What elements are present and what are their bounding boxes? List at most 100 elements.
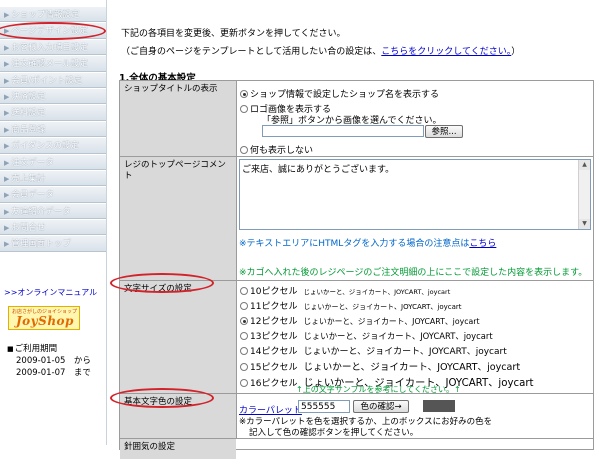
shop-title-option-none[interactable]: 何も表示しない [240, 143, 313, 156]
arrow-right-icon: ▶ [4, 142, 10, 151]
register-comment-label-text: レジのトップページコメント [124, 160, 226, 181]
online-manual-link[interactable]: >>オンラインマニュアル [4, 287, 97, 298]
sidebar-item-label: お客様入力項目設定 [11, 42, 88, 53]
font-size-sample: じょいかーと、ジョイカート、JOYCART、joycart [303, 303, 462, 311]
html-tag-note: ※テキストエリアにHTMLタグを入力する場合の注意点はこちら [239, 236, 496, 249]
logo-file-input[interactable] [262, 125, 424, 137]
arrow-right-icon: ▶ [4, 174, 10, 183]
font-size-option-12[interactable]: 12ピクセル じょいかーと、ジョイカート、JOYCART、joycart [240, 314, 480, 327]
font-size-sample: じょいかーと、ジョイカート、JOYCART、joycart [303, 331, 493, 341]
joyshop-logo[interactable]: お店さがしのジョイショップ JoyShop [8, 306, 80, 330]
settings-table: ショップタイトルの表示 ショップ情報で設定したショップ名を表示する ロゴ画像を表… [119, 80, 594, 459]
html-tag-note-text: ※テキストエリアにHTMLタグを入力する場合の注意点は [239, 239, 470, 249]
sidebar-item-order-mail[interactable]: ▶ 注文確認メール設定 [0, 55, 106, 72]
arrow-right-icon: ▶ [4, 76, 10, 85]
font-size-option-label: 10ピクセル [250, 287, 298, 297]
ambience-label-text: 針囲気の設定 [124, 442, 176, 452]
arrow-right-icon: ▶ [4, 43, 10, 52]
text-color-value: 555555 [301, 402, 336, 412]
text-color-label: 基本文字色の設定 [120, 394, 236, 439]
sidebar-item-members[interactable]: ▶ 会員データ [0, 186, 106, 203]
arrow-right-icon: ▶ [4, 60, 10, 69]
radio-icon[interactable] [240, 363, 248, 371]
text-color-label-text: 基本文字色の設定 [124, 397, 193, 407]
sidebar-item-shipping[interactable]: ▶ 送料設定 [0, 104, 106, 121]
sidebar-item-label: 管理画面トップ [11, 239, 71, 250]
radio-icon[interactable] [240, 317, 248, 325]
font-size-sample: じょいかーと、ジョイカート、JOYCART、joycart [303, 317, 480, 326]
font-size-label: 文字サイズの設定 [120, 281, 236, 394]
sidebar-item-label: ショップ情報設定 [11, 10, 80, 20]
register-comment-value: ご来店、誠にありがとうございます。 [242, 165, 395, 175]
sidebar-item-member-points[interactable]: ▶ 会員/ポイント設定 [0, 71, 106, 88]
radio-icon[interactable] [240, 347, 248, 355]
text-color-input[interactable]: 555555 [298, 400, 350, 413]
sidebar-item-label: お問合せ [11, 223, 46, 234]
sidebar-item-label: 会員データ [11, 190, 54, 201]
usage-period: ご利用期間 2009-01-05 から 2009-01-07 まで [7, 343, 91, 379]
font-size-label-text: 文字サイズの設定 [124, 284, 192, 294]
font-size-sample: じょいかーと、ジョイカート、JOYCART、joycart [303, 288, 451, 296]
arrow-right-icon: ▶ [4, 27, 10, 36]
template-link[interactable]: こちらをクリックしてください。 [381, 47, 511, 57]
font-size-option-11[interactable]: 11ピクセル じょいかーと、ジョイカート、JOYCART、joycart [240, 299, 462, 312]
font-size-option-15[interactable]: 15ピクセル じょいかーと、ジョイカート、JOYCART、joycart [240, 359, 520, 373]
textarea-scrollbar[interactable]: ▲ ▼ [578, 160, 590, 229]
sidebar-item-label: ガイダンスの設定 [11, 141, 79, 152]
color-confirm-button[interactable]: 色の確認→ [353, 400, 409, 413]
register-display-note: ※カゴへ入れた後のレジページのご注文明細の上にここで設定した内容を表示します。 [239, 268, 588, 278]
arrow-right-icon: ▶ [4, 125, 10, 134]
shop-title-label: ショップタイトルの表示 [120, 81, 236, 157]
sidebar-item-admin-top[interactable]: ▶ 管理画面トップ [0, 235, 106, 252]
sidebar-item-sales[interactable]: ▶ 売上集計 [0, 169, 106, 187]
radio-icon[interactable] [240, 379, 248, 387]
font-size-sample: じょいかーと、ジョイカート、JOYCART、joycart [303, 347, 507, 357]
sidebar-item-shop-info[interactable]: ▶ ショップ情報設定 [0, 6, 106, 23]
browse-button[interactable]: 参照... [425, 125, 463, 138]
radio-icon[interactable] [240, 302, 248, 310]
arrow-right-icon: ▶ [4, 158, 10, 167]
shop-title-label-text: ショップタイトルの表示 [124, 84, 218, 94]
intro-text: 下記の各項目を変更後、更新ボタンを押してください。 [121, 29, 346, 39]
sidebar-item-page-design[interactable]: ▶ ページデザイン設定 [0, 22, 106, 39]
sidebar-item-guidance[interactable]: ▶ ガイダンスの設定 [0, 137, 106, 154]
scroll-down-icon[interactable]: ▼ [579, 219, 590, 229]
font-size-option-14[interactable]: 14ピクセル じょいかーと、ジョイカート、JOYCART、joycart [240, 344, 507, 357]
arrow-right-icon: ▶ [4, 109, 10, 118]
font-size-option-13[interactable]: 13ピクセル じょいかーと、ジョイカート、JOYCART、joycart [240, 329, 493, 342]
font-size-sample: じょいかーと、ジョイカート、JOYCART、joycart [303, 362, 521, 373]
radio-icon[interactable] [240, 105, 248, 113]
shop-title-option-shopname[interactable]: ショップ情報で設定したショップ名を表示する [240, 87, 439, 100]
sidebar-item-customer-fields[interactable]: ▶ お客様入力項目設定 [0, 38, 106, 56]
color-swatch [423, 400, 455, 412]
html-tag-note-link[interactable]: こちら [469, 239, 496, 249]
font-size-option-label: 11ピクセル [250, 302, 298, 312]
sidebar-item-orders[interactable]: ▶ 注文データ [0, 153, 106, 170]
sidebar-item-inquiries[interactable]: ▶ お問合せ [0, 219, 106, 236]
radio-icon[interactable] [240, 90, 248, 98]
register-comment-textarea[interactable]: ご来店、誠にありがとうございます。 ▲ ▼ [239, 159, 591, 230]
template-note: （ご自身のページをテンプレートとして活用したい合の設定は、こちらをクリックしてく… [121, 44, 520, 57]
template-note-prefix: （ご自身のページをテンプレートとして活用したい合の設定は、 [121, 47, 382, 57]
sidebar-item-label: 友達紹介データ [11, 206, 71, 217]
shop-title-option-label: ショップ情報で設定したショップ名を表示する [250, 90, 440, 100]
radio-icon[interactable] [240, 287, 248, 295]
arrow-right-icon: ▶ [4, 207, 10, 216]
sidebar-menu: ▶ ショップ情報設定 ▶ ページデザイン設定 ▶ お客様入力項目設定 ▶ 注文確認メール… [0, 6, 106, 252]
scroll-up-icon[interactable]: ▲ [579, 160, 590, 170]
font-size-options: 10ピクセル じょいかーと、ジョイカート、JOYCART、joycart 11ピク… [236, 281, 593, 394]
logo-text: JoyShop [16, 314, 74, 328]
sidebar: ▶ ショップ情報設定 ▶ ページデザイン設定 ▶ お客様入力項目設定 ▶ 注文確認メール… [0, 0, 107, 445]
shop-title-options: ショップ情報で設定したショップ名を表示する ロゴ画像を表示する 「参照」ボタンか… [236, 81, 593, 157]
arrow-right-icon: ▶ [4, 224, 10, 233]
font-size-option-10[interactable]: 10ピクセル じょいかーと、ジョイカート、JOYCART、joycart [240, 284, 450, 297]
sidebar-item-products[interactable]: ▶ 商品登録 [0, 120, 106, 138]
font-size-option-label: 14ピクセル [250, 347, 298, 357]
sidebar-item-label: 売上集計 [11, 173, 46, 184]
sidebar-item-payment[interactable]: ▶ 決済設定 [0, 87, 106, 105]
sidebar-item-referrals[interactable]: ▶ 友達紹介データ [0, 202, 106, 220]
register-comment-cell: ご来店、誠にありがとうございます。 ▲ ▼ ※テキストエリアにHTMLタグを入力… [236, 157, 593, 281]
sidebar-item-label: 注文データ [11, 157, 54, 168]
radio-icon[interactable] [240, 146, 248, 154]
radio-icon[interactable] [240, 332, 248, 340]
